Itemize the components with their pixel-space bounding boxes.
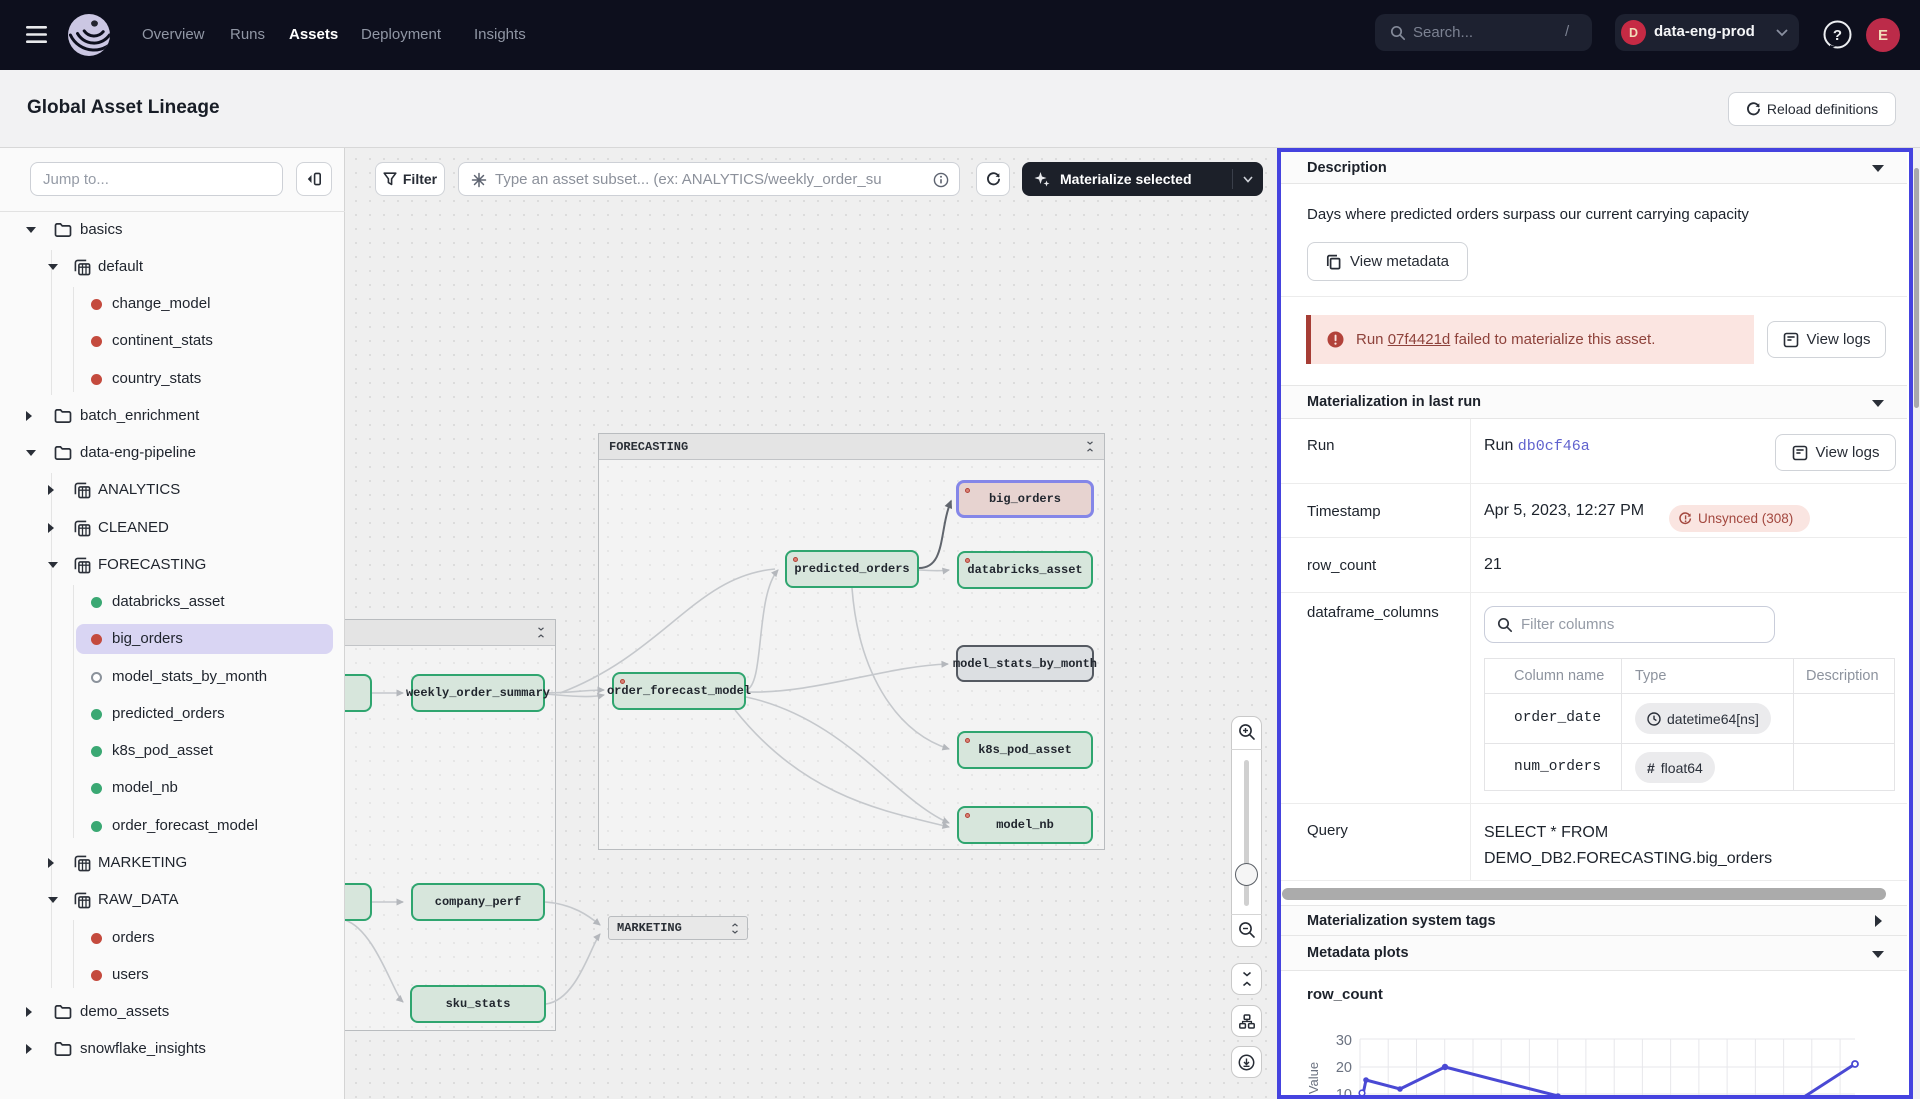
svg-text:?: ? — [1833, 27, 1842, 44]
svg-text:30: 30 — [1336, 1033, 1352, 1049]
svg-text:20: 20 — [1336, 1060, 1352, 1076]
svg-text:10: 10 — [1336, 1087, 1352, 1095]
svg-text:Value: Value — [1306, 1062, 1321, 1094]
